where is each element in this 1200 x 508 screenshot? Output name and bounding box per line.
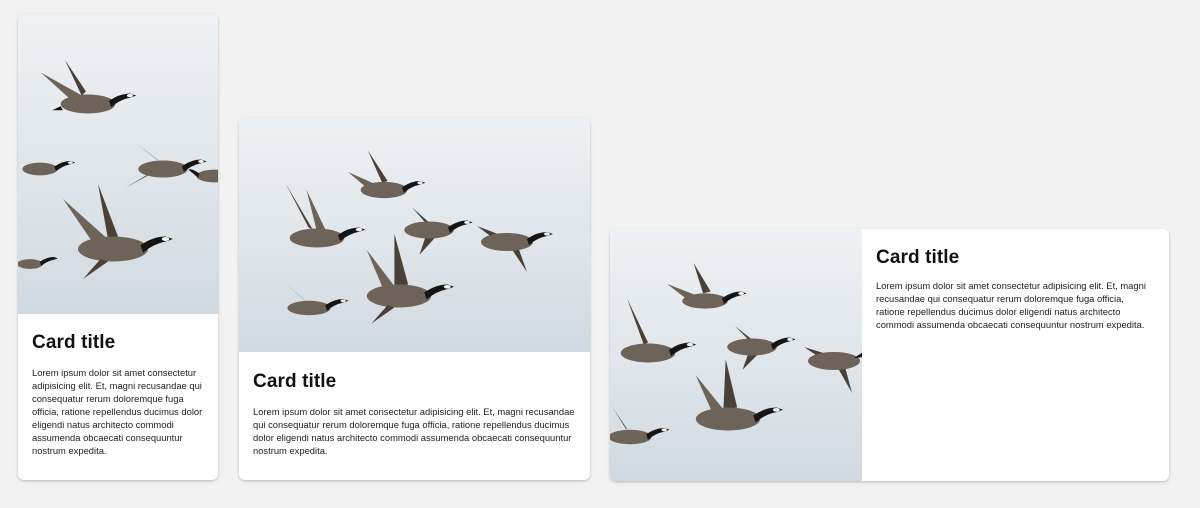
card-body: Card title Lorem ipsum dolor sit amet co… [862,229,1169,481]
card-title: Card title [253,371,337,392]
goose [727,326,796,370]
goose [282,281,349,316]
card-text: Lorem ipsum dolor sit amet consectetur a… [876,280,1146,330]
card-portrait: Card title Lorem ipsum dolor sit amet co… [18,14,218,480]
goose [610,406,670,445]
goose [620,298,697,363]
geese-illustration [18,59,218,279]
goose [667,263,747,309]
goose [40,59,137,114]
card-text: Lorem ipsum dolor sit amet consectetur a… [253,406,575,456]
card-horizontal: Card title Lorem ipsum dolor sit amet co… [610,229,1169,481]
goose [63,184,173,279]
card-body: Card title Lorem ipsum dolor sit amet co… [18,314,218,480]
goose [125,142,207,188]
goose [404,207,473,255]
goose [22,161,76,176]
card-text: Lorem ipsum dolor sit amet consectetur a… [32,367,203,456]
goose [18,257,58,269]
goose [366,233,455,324]
card-layout-demo: Card title Lorem ipsum dolor sit amet co… [0,0,1200,508]
goose [695,359,784,431]
goose [188,169,218,183]
card-title: Card title [876,247,960,268]
geese-illustration [610,263,862,445]
goose [285,183,366,248]
card-vertical: Card title Lorem ipsum dolor sit amet co… [239,118,590,480]
card-image [18,14,218,314]
card-image [610,229,862,481]
card-image [239,118,590,352]
goose [804,347,862,393]
geese-illustration [282,150,553,324]
goose [477,226,553,272]
card-body: Card title Lorem ipsum dolor sit amet co… [239,352,590,480]
card-title: Card title [32,332,116,353]
goose [348,150,426,199]
